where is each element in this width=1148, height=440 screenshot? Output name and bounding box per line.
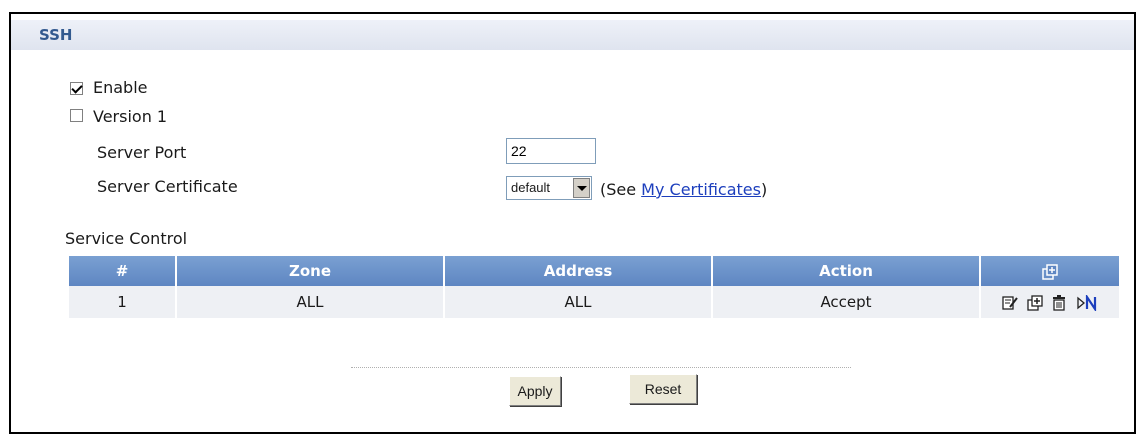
server-certificate-label: Server Certificate	[97, 177, 238, 196]
cell-action: Accept	[713, 286, 981, 318]
enable-label: Enable	[93, 78, 148, 97]
see-certificates-text: (See My Certificates)	[600, 180, 767, 199]
cell-zone: ALL	[177, 286, 445, 318]
col-header-index: #	[69, 256, 177, 286]
col-header-address: Address	[445, 256, 713, 286]
apply-button[interactable]: Apply	[509, 376, 561, 406]
move-icon[interactable]	[1076, 292, 1098, 313]
insert-icon[interactable]	[1026, 294, 1043, 311]
server-port-label: Server Port	[97, 143, 187, 162]
reset-button[interactable]: Reset	[629, 374, 697, 404]
server-certificate-select[interactable]: default	[506, 176, 592, 200]
col-header-add	[981, 256, 1119, 286]
ssh-panel: SSH Enable Version 1 Server Port Server …	[9, 12, 1136, 434]
section-header: SSH	[11, 20, 1134, 50]
service-control-table: # Zone Address Action 1 ALL ALL Accept	[69, 256, 1119, 318]
server-port-input[interactable]	[506, 138, 596, 164]
version1-checkbox[interactable]	[70, 109, 83, 122]
table-row: 1 ALL ALL Accept	[69, 286, 1119, 318]
col-header-action: Action	[713, 256, 981, 286]
version1-label: Version 1	[93, 107, 168, 126]
see-suffix: )	[760, 180, 768, 199]
enable-checkbox[interactable]	[70, 82, 83, 95]
section-title: SSH	[39, 26, 73, 44]
server-certificate-value: default	[511, 180, 551, 195]
add-icon[interactable]	[1042, 263, 1058, 280]
chevron-down-icon[interactable]	[573, 178, 590, 198]
see-prefix: (See	[600, 180, 642, 199]
cell-index: 1	[69, 286, 177, 318]
col-header-zone: Zone	[177, 256, 445, 286]
cell-address: ALL	[445, 286, 713, 318]
cell-row-actions	[981, 286, 1119, 318]
delete-icon[interactable]	[1051, 294, 1067, 311]
service-control-label: Service Control	[65, 229, 188, 248]
my-certificates-link[interactable]: My Certificates	[641, 180, 761, 199]
table-header-row: # Zone Address Action	[69, 256, 1119, 286]
edit-icon[interactable]	[1002, 295, 1018, 311]
separator	[351, 367, 851, 368]
